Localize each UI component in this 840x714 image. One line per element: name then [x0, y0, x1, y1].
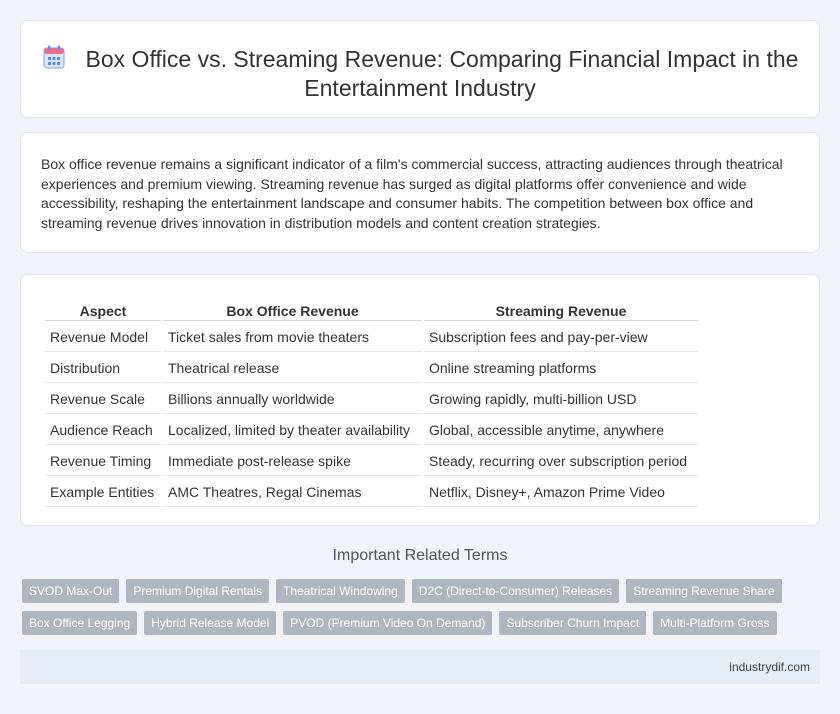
table-cell: Immediate post-release spike	[163, 447, 422, 476]
table-cell: Revenue Model	[45, 323, 161, 352]
column-header-aspect: Aspect	[45, 297, 161, 321]
term-row: SVOD Max-Out Premium Digital Rentals The…	[22, 579, 822, 603]
comparison-table: Aspect Box Office Revenue Streaming Reve…	[43, 295, 700, 509]
term-tag[interactable]: Premium Digital Rentals	[126, 579, 270, 603]
header-card: Box Office vs. Streaming Revenue: Compar…	[20, 20, 820, 118]
table-row: Audience Reach Localized, limited by the…	[45, 416, 698, 445]
page-title-text: Box Office vs. Streaming Revenue: Compar…	[85, 46, 799, 101]
term-tag[interactable]: Subscriber Churn Impact	[499, 611, 647, 635]
table-row: Revenue Scale Billions annually worldwid…	[45, 385, 698, 414]
term-tag[interactable]: Multi-Platform Gross	[653, 611, 777, 635]
table-cell: Online streaming platforms	[424, 354, 698, 383]
term-tag[interactable]: Box Office Legging	[22, 611, 138, 635]
table-cell: Subscription fees and pay-per-view	[424, 323, 698, 352]
term-tag[interactable]: SVOD Max-Out	[22, 579, 120, 603]
table-cell: Steady, recurring over subscription peri…	[424, 447, 698, 476]
page-title: Box Office vs. Streaming Revenue: Compar…	[21, 44, 819, 103]
table-cell: Global, accessible anytime, anywhere	[424, 416, 698, 445]
table-cell: Revenue Scale	[45, 385, 161, 414]
title-wrap: Box Office vs. Streaming Revenue: Compar…	[21, 44, 819, 103]
related-terms-heading: Important Related Terms	[332, 547, 508, 564]
table-cell: Revenue Timing	[45, 447, 161, 476]
table-cell: Billions annually worldwide	[163, 385, 422, 414]
table-row: Example Entities AMC Theatres, Regal Cin…	[45, 478, 698, 507]
term-tag[interactable]: Theatrical Windowing	[276, 579, 405, 603]
term-tag[interactable]: Streaming Revenue Share	[626, 579, 782, 603]
table-row: Revenue Model Ticket sales from movie th…	[45, 323, 698, 352]
table-row: Revenue Timing Immediate post-release sp…	[45, 447, 698, 476]
table-cell: Distribution	[45, 354, 161, 383]
table-cell: Theatrical release	[163, 354, 422, 383]
table-cell: Example Entities	[45, 478, 161, 507]
comparison-card: Aspect Box Office Revenue Streaming Reve…	[20, 274, 820, 526]
related-terms: SVOD Max-Out Premium Digital Rentals The…	[22, 579, 822, 643]
calendar-icon	[42, 44, 66, 70]
table-header-row: Aspect Box Office Revenue Streaming Reve…	[45, 297, 698, 321]
footer-site-link[interactable]: industrydif.com	[729, 660, 810, 674]
table-row: Distribution Theatrical release Online s…	[45, 354, 698, 383]
table-cell: Audience Reach	[45, 416, 161, 445]
table-cell: AMC Theatres, Regal Cinemas	[163, 478, 422, 507]
term-tag[interactable]: Hybrid Release Model	[144, 611, 277, 635]
term-row: Box Office Legging Hybrid Release Model …	[22, 611, 822, 635]
table-cell: Localized, limited by theater availabili…	[163, 416, 422, 445]
table-cell: Ticket sales from movie theaters	[163, 323, 422, 352]
intro-card: Box office revenue remains a significant…	[20, 132, 820, 253]
footer: industrydif.com	[20, 650, 820, 684]
term-tag[interactable]: PVOD (Premium Video On Demand)	[283, 611, 493, 635]
column-header-streaming: Streaming Revenue	[424, 297, 698, 321]
table-cell: Growing rapidly, multi-billion USD	[424, 385, 698, 414]
column-header-box-office: Box Office Revenue	[163, 297, 422, 321]
table-cell: Netflix, Disney+, Amazon Prime Video	[424, 478, 698, 507]
intro-paragraph: Box office revenue remains a significant…	[41, 156, 783, 231]
term-tag[interactable]: D2C (Direct-to-Consumer) Releases	[411, 579, 620, 603]
